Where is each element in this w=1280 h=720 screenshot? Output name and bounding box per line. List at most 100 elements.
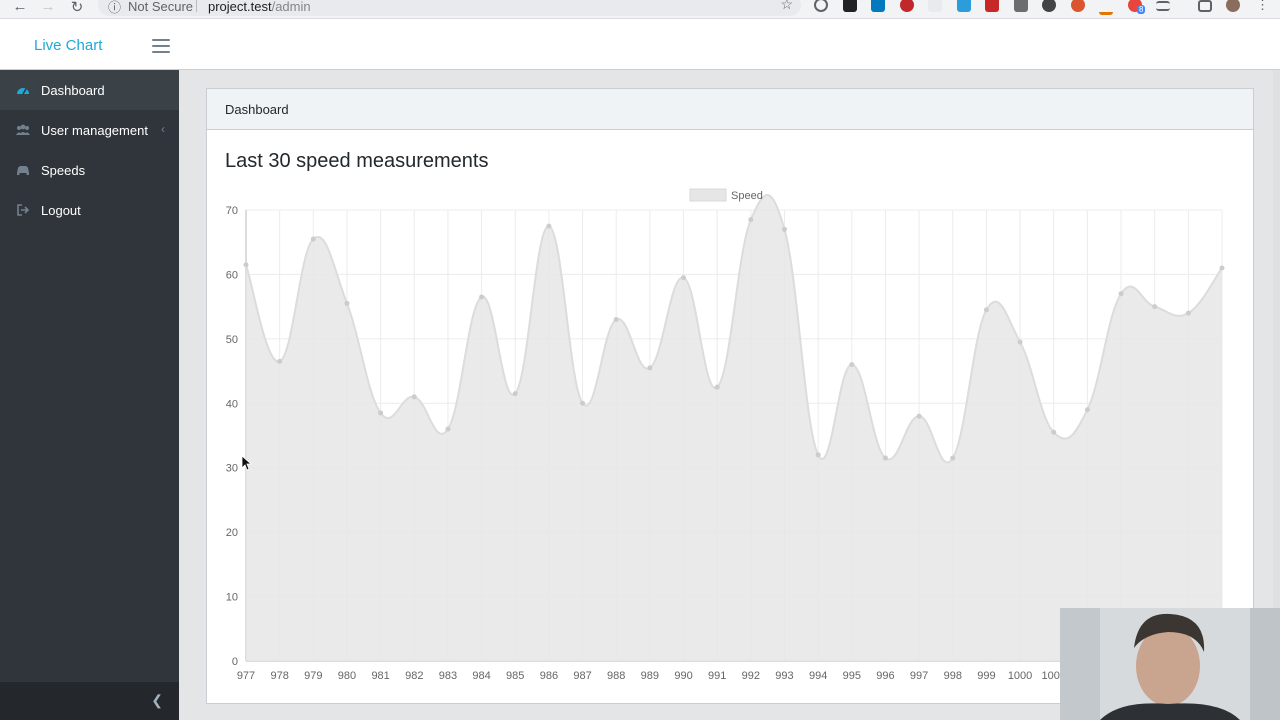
browser-toolbar: ← → ↻ ⓘ Not Secure project.test/admin ☆ …: [0, 0, 1280, 19]
url-host: project.test: [208, 0, 272, 14]
sidebar-toggle-icon[interactable]: [152, 39, 170, 53]
x-tick-label: 1000: [1008, 670, 1032, 682]
x-tick-label: 996: [876, 670, 894, 682]
car-icon: [17, 166, 29, 175]
speed-series-area: [246, 195, 1222, 661]
logout-icon: [17, 204, 30, 216]
data-point: [882, 455, 888, 461]
data-point: [479, 294, 485, 300]
extension-icon[interactable]: [1099, 0, 1113, 15]
y-tick-label: 70: [226, 205, 238, 217]
data-point: [748, 217, 754, 223]
data-point: [1152, 304, 1158, 310]
pocket-icon[interactable]: [814, 0, 828, 12]
sidebar-item-label: Dashboard: [41, 83, 105, 98]
profile-avatar[interactable]: [1226, 0, 1240, 12]
data-point: [916, 413, 922, 419]
x-tick-label: 981: [371, 670, 389, 682]
y-tick-label: 50: [226, 334, 238, 346]
webcam-overlay: [1060, 608, 1280, 720]
legend-label: Speed: [731, 190, 763, 202]
sidebar-item-user-management[interactable]: User management ‹: [0, 110, 179, 150]
x-tick-label: 992: [742, 670, 760, 682]
extension-icon[interactable]: [1014, 0, 1028, 12]
sidebar-item-label: User management: [41, 123, 148, 138]
data-point: [815, 452, 821, 458]
back-icon[interactable]: ←: [12, 0, 28, 15]
x-tick-label: 997: [910, 670, 928, 682]
data-point: [310, 236, 316, 242]
data-point: [1185, 310, 1191, 316]
data-point: [580, 400, 586, 406]
extension-icon[interactable]: [985, 0, 999, 12]
y-tick-label: 0: [232, 656, 238, 668]
data-point: [983, 307, 989, 313]
data-point: [950, 455, 956, 461]
data-point: [277, 358, 283, 364]
x-tick-label: 998: [944, 670, 962, 682]
url-path: /admin: [271, 0, 311, 14]
x-tick-label: 989: [641, 670, 659, 682]
product-hunt-icon[interactable]: [1071, 0, 1085, 12]
url-divider: [196, 0, 197, 12]
y-tick-label: 10: [226, 592, 238, 604]
x-tick-label: 987: [573, 670, 591, 682]
x-tick-label: 979: [304, 670, 322, 682]
chevron-left-icon[interactable]: ‹: [161, 122, 165, 136]
bookmark-star-icon[interactable]: ☆: [780, 0, 793, 13]
data-point: [445, 426, 451, 432]
trello-icon[interactable]: [871, 0, 885, 12]
brand-logo[interactable]: Live Chart: [34, 37, 102, 54]
extension-icon[interactable]: [957, 0, 971, 12]
y-tick-label: 20: [226, 527, 238, 539]
reload-icon[interactable]: ↻: [69, 0, 85, 16]
forward-icon[interactable]: →: [40, 0, 56, 15]
sidebar-minimizer-icon[interactable]: ❮: [151, 692, 163, 709]
cast-icon[interactable]: [1198, 0, 1212, 12]
y-tick-label: 30: [226, 463, 238, 475]
x-tick-label: 995: [843, 670, 861, 682]
data-point: [681, 275, 687, 281]
x-tick-label: 986: [540, 670, 558, 682]
data-point: [1017, 339, 1023, 345]
layers-icon[interactable]: [843, 0, 857, 12]
extension-badge: 8: [1137, 5, 1146, 14]
data-point: [613, 317, 619, 323]
adblock-icon[interactable]: [900, 0, 914, 12]
data-point: [1118, 291, 1124, 297]
data-point: [546, 223, 552, 229]
info-icon[interactable]: ⓘ: [108, 0, 121, 16]
data-point: [714, 384, 720, 390]
sidebar-item-logout[interactable]: Logout: [0, 190, 179, 230]
data-point: [781, 226, 787, 232]
extension-icon[interactable]: [928, 0, 942, 12]
sidebar-footer: ❮: [0, 682, 179, 720]
x-tick-label: 980: [338, 670, 356, 682]
x-tick-label: 977: [237, 670, 255, 682]
url-text[interactable]: project.test/admin: [208, 0, 311, 14]
x-tick-label: 988: [607, 670, 625, 682]
sidebar-item-dashboard[interactable]: Dashboard: [0, 70, 179, 110]
extension-icon[interactable]: [1042, 0, 1056, 12]
data-point: [1219, 265, 1225, 271]
x-tick-label: 994: [809, 670, 827, 682]
x-tick-label: 999: [977, 670, 995, 682]
reader-icon[interactable]: [1156, 1, 1170, 11]
sidebar-item-speeds[interactable]: Speeds: [0, 150, 179, 190]
sidebar-item-label: Speeds: [41, 163, 86, 178]
x-tick-label: 984: [472, 670, 490, 682]
browser-menu-icon[interactable]: ⋮: [1256, 0, 1269, 13]
security-label: Not Secure: [128, 0, 194, 14]
x-tick-label: 990: [674, 670, 692, 682]
x-tick-label: 993: [775, 670, 793, 682]
data-point: [849, 362, 855, 368]
data-point: [647, 365, 653, 371]
x-tick-label: 983: [439, 670, 457, 682]
address-bar[interactable]: ⓘ Not Secure project.test/admin ☆: [98, 0, 801, 16]
y-tick-label: 60: [226, 269, 238, 281]
x-tick-label: 982: [405, 670, 423, 682]
page-scrollbar[interactable]: [1273, 70, 1280, 608]
sidebar: Dashboard User management ‹ Speeds Logou…: [0, 70, 179, 720]
data-point: [512, 391, 518, 397]
data-point: [1084, 407, 1090, 413]
